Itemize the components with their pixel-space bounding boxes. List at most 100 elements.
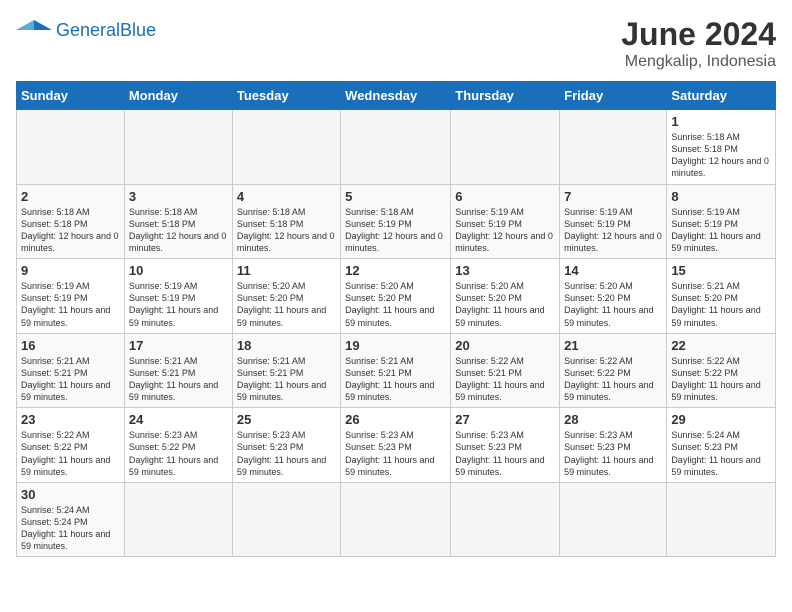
calendar-day-cell: 29 Sunrise: 5:24 AMSunset: 5:23 PMDayligh…	[667, 408, 776, 483]
day-number: 10	[129, 263, 228, 278]
day-number: 28	[564, 412, 662, 427]
day-info: Sunrise: 5:18 AMSunset: 5:19 PMDaylight:…	[345, 206, 446, 255]
calendar-location: Mengkalip, Indonesia	[621, 53, 776, 71]
calendar-day-cell: 24 Sunrise: 5:23 AMSunset: 5:22 PMDayligh…	[124, 408, 232, 483]
column-header-tuesday: Tuesday	[232, 82, 340, 110]
calendar-day-cell	[451, 110, 560, 185]
day-info: Sunrise: 5:22 AMSunset: 5:22 PMDaylight:…	[564, 355, 662, 404]
calendar-day-cell: 3 Sunrise: 5:18 AMSunset: 5:18 PMDaylight…	[124, 184, 232, 259]
calendar-day-cell: 6 Sunrise: 5:19 AMSunset: 5:19 PMDaylight…	[451, 184, 560, 259]
day-number: 27	[455, 412, 555, 427]
day-number: 5	[345, 189, 446, 204]
day-info: Sunrise: 5:20 AMSunset: 5:20 PMDaylight:…	[455, 280, 555, 329]
day-number: 6	[455, 189, 555, 204]
calendar-day-cell: 8Sunrise: 5:19 AMSunset: 5:19 PMDaylight…	[667, 184, 776, 259]
page-header: GeneralBlue June 2024 Mengkalip, Indones…	[16, 16, 776, 71]
day-number: 24	[129, 412, 228, 427]
day-number: 15	[671, 263, 771, 278]
calendar-day-cell: 4Sunrise: 5:18 AMSunset: 5:18 PMDaylight…	[232, 184, 340, 259]
calendar-day-cell	[341, 482, 451, 557]
calendar-title: June 2024	[621, 16, 776, 53]
calendar-day-cell: 2Sunrise: 5:18 AMSunset: 5:18 PMDaylight…	[17, 184, 125, 259]
day-number: 14	[564, 263, 662, 278]
logo-icon	[16, 16, 52, 44]
day-info: Sunrise: 5:23 AMSunset: 5:22 PMDaylight:…	[129, 429, 228, 478]
day-info: Sunrise: 5:20 AMSunset: 5:20 PMDaylight:…	[237, 280, 336, 329]
day-number: 30	[21, 487, 120, 502]
day-info: Sunrise: 5:19 AMSunset: 5:19 PMDaylight:…	[21, 280, 120, 329]
day-number: 25	[237, 412, 336, 427]
calendar-day-cell: 22Sunrise: 5:22 AMSunset: 5:22 PMDayligh…	[667, 333, 776, 408]
day-info: Sunrise: 5:22 AMSunset: 5:21 PMDaylight:…	[455, 355, 555, 404]
day-info: Sunrise: 5:19 AMSunset: 5:19 PMDaylight:…	[455, 206, 555, 255]
day-info: Sunrise: 5:22 AMSunset: 5:22 PMDaylight:…	[21, 429, 120, 478]
calendar-day-cell	[124, 110, 232, 185]
day-info: Sunrise: 5:23 AMSunset: 5:23 PMDaylight:…	[455, 429, 555, 478]
day-number: 20	[455, 338, 555, 353]
day-number: 12	[345, 263, 446, 278]
day-number: 19	[345, 338, 446, 353]
calendar-day-cell	[124, 482, 232, 557]
calendar-day-cell	[232, 482, 340, 557]
day-number: 3	[129, 189, 228, 204]
day-number: 9	[21, 263, 120, 278]
day-info: Sunrise: 5:18 AMSunset: 5:18 PMDaylight:…	[671, 131, 771, 180]
day-info: Sunrise: 5:18 AMSunset: 5:18 PMDaylight:…	[129, 206, 228, 255]
day-info: Sunrise: 5:23 AMSunset: 5:23 PMDaylight:…	[345, 429, 446, 478]
day-info: Sunrise: 5:24 AMSunset: 5:23 PMDaylight:…	[671, 429, 771, 478]
logo: GeneralBlue	[16, 16, 156, 44]
calendar-day-cell	[17, 110, 125, 185]
calendar-day-cell	[667, 482, 776, 557]
logo-blue: Blue	[120, 20, 156, 40]
day-number: 7	[564, 189, 662, 204]
calendar-day-cell: 5 Sunrise: 5:18 AMSunset: 5:19 PMDaylight…	[341, 184, 451, 259]
column-header-thursday: Thursday	[451, 82, 560, 110]
day-info: Sunrise: 5:23 AMSunset: 5:23 PMDaylight:…	[564, 429, 662, 478]
day-info: Sunrise: 5:23 AMSunset: 5:23 PMDaylight:…	[237, 429, 336, 478]
calendar-day-cell	[560, 110, 667, 185]
calendar-week-2: 2 Sunrise: 5:18 AMSunset: 5:18 PMDaylight…	[17, 184, 776, 259]
day-number: 4	[237, 189, 336, 204]
day-number: 17	[129, 338, 228, 353]
day-number: 26	[345, 412, 446, 427]
calendar-day-cell	[451, 482, 560, 557]
calendar-day-cell: 19Sunrise: 5:21 AMSunset: 5:21 PMDayligh…	[341, 333, 451, 408]
calendar-day-cell: 12Sunrise: 5:20 AMSunset: 5:20 PMDayligh…	[341, 259, 451, 334]
calendar-day-cell: 14 Sunrise: 5:20 AMSunset: 5:20 PMDayligh…	[560, 259, 667, 334]
calendar-day-cell: 30Sunrise: 5:24 AMSunset: 5:24 PMDayligh…	[17, 482, 125, 557]
calendar-day-cell: 7 Sunrise: 5:19 AMSunset: 5:19 PMDaylight…	[560, 184, 667, 259]
calendar-day-cell: 10 Sunrise: 5:19 AMSunset: 5:19 PMDayligh…	[124, 259, 232, 334]
day-info: Sunrise: 5:19 AMSunset: 5:19 PMDaylight:…	[129, 280, 228, 329]
day-info: Sunrise: 5:20 AMSunset: 5:20 PMDaylight:…	[564, 280, 662, 329]
calendar-day-cell: 21 Sunrise: 5:22 AMSunset: 5:22 PMDayligh…	[560, 333, 667, 408]
calendar-day-cell: 15 Sunrise: 5:21 AMSunset: 5:20 PMDayligh…	[667, 259, 776, 334]
calendar-week-3: 9 Sunrise: 5:19 AMSunset: 5:19 PMDaylight…	[17, 259, 776, 334]
day-info: Sunrise: 5:21 AMSunset: 5:21 PMDaylight:…	[237, 355, 336, 404]
logo-general: General	[56, 20, 120, 40]
column-header-monday: Monday	[124, 82, 232, 110]
calendar-day-cell: 13Sunrise: 5:20 AMSunset: 5:20 PMDayligh…	[451, 259, 560, 334]
calendar-day-cell	[232, 110, 340, 185]
calendar-day-cell: 25 Sunrise: 5:23 AMSunset: 5:23 PMDayligh…	[232, 408, 340, 483]
day-info: Sunrise: 5:21 AMSunset: 5:20 PMDaylight:…	[671, 280, 771, 329]
calendar-day-cell: 18 Sunrise: 5:21 AMSunset: 5:21 PMDayligh…	[232, 333, 340, 408]
calendar-day-cell: 16 Sunrise: 5:21 AMSunset: 5:21 PMDayligh…	[17, 333, 125, 408]
day-info: Sunrise: 5:19 AMSunset: 5:19 PMDaylight:…	[564, 206, 662, 255]
day-info: Sunrise: 5:19 AMSunset: 5:19 PMDaylight:…	[671, 206, 771, 255]
calendar-week-6: 30Sunrise: 5:24 AMSunset: 5:24 PMDayligh…	[17, 482, 776, 557]
logo-text: GeneralBlue	[56, 20, 156, 41]
day-number: 18	[237, 338, 336, 353]
day-number: 29	[671, 412, 771, 427]
calendar-day-cell: 27 Sunrise: 5:23 AMSunset: 5:23 PMDayligh…	[451, 408, 560, 483]
day-number: 16	[21, 338, 120, 353]
day-number: 2	[21, 189, 120, 204]
calendar-day-cell	[560, 482, 667, 557]
calendar-week-5: 23Sunrise: 5:22 AMSunset: 5:22 PMDayligh…	[17, 408, 776, 483]
calendar-day-cell	[341, 110, 451, 185]
day-number: 21	[564, 338, 662, 353]
calendar-day-cell: 28 Sunrise: 5:23 AMSunset: 5:23 PMDayligh…	[560, 408, 667, 483]
calendar-day-cell: 26 Sunrise: 5:23 AMSunset: 5:23 PMDayligh…	[341, 408, 451, 483]
calendar-day-cell: 9 Sunrise: 5:19 AMSunset: 5:19 PMDaylight…	[17, 259, 125, 334]
calendar-day-cell: 23Sunrise: 5:22 AMSunset: 5:22 PMDayligh…	[17, 408, 125, 483]
day-info: Sunrise: 5:21 AMSunset: 5:21 PMDaylight:…	[21, 355, 120, 404]
